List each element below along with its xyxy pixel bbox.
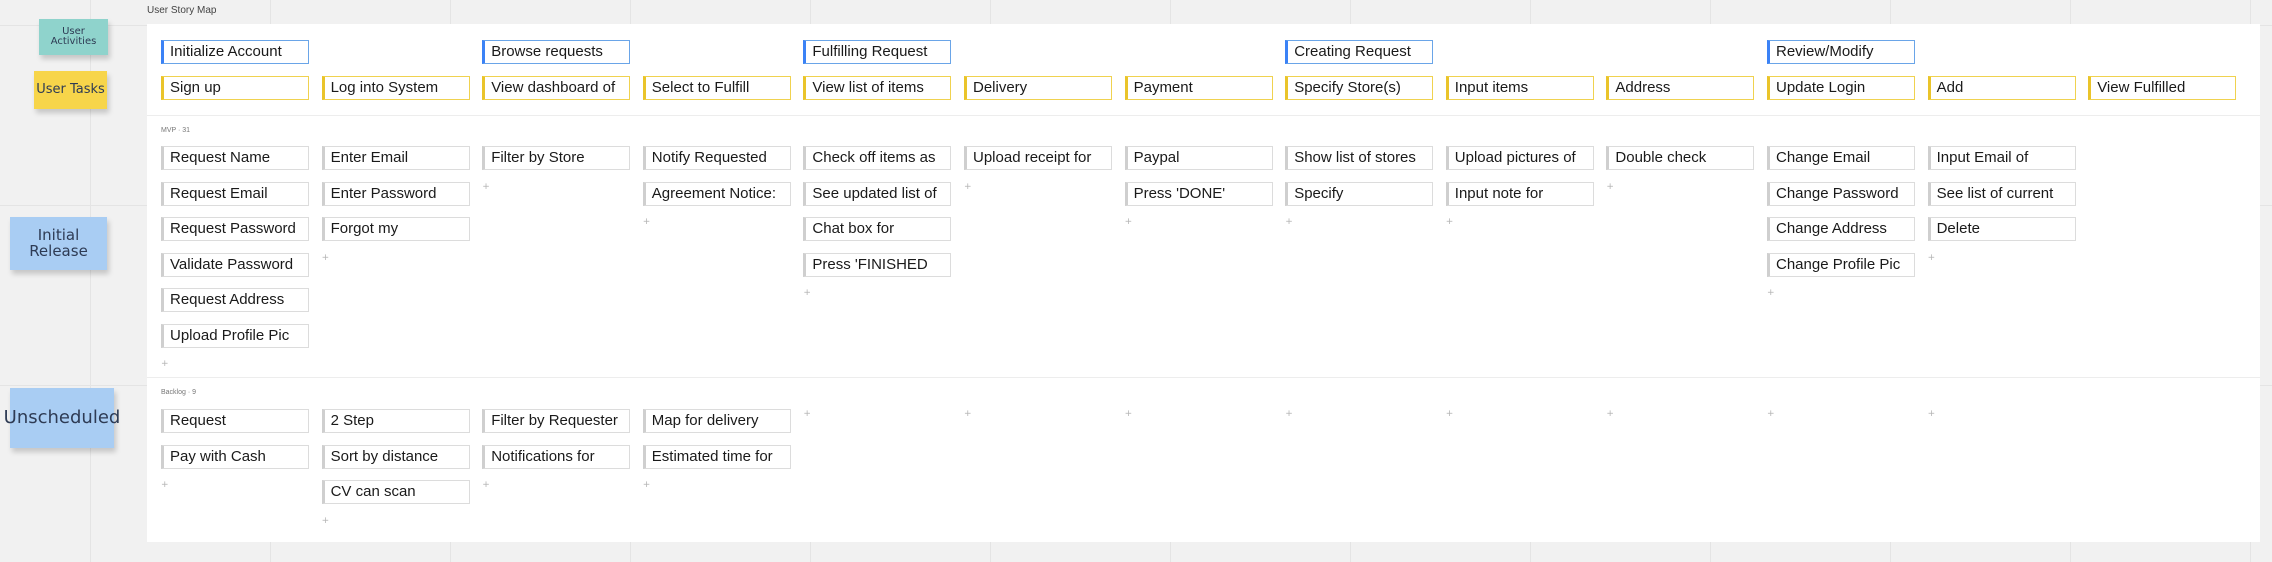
add-mvp-story-button[interactable]: + [482, 182, 490, 192]
backlog-story-card[interactable]: 2 Step [321, 409, 470, 433]
story-map-board: MVP · 31 Backlog · 9 Initialize Account S… [147, 24, 2260, 542]
add-mvp-story-button[interactable]: + [1606, 182, 1614, 192]
mvp-story-card[interactable]: Upload receipt for [964, 146, 1112, 170]
add-backlog-story-button[interactable]: + [1446, 409, 1454, 419]
backlog-story-card[interactable]: Filter by Requester [482, 409, 631, 433]
mvp-story-card[interactable]: Change Password [1767, 181, 1915, 206]
mvp-story-card[interactable]: Filter by Store [482, 146, 631, 170]
mvp-story-card[interactable]: Notify Requested [642, 146, 791, 170]
task-card[interactable]: Payment [1124, 76, 1273, 100]
task-card[interactable]: Input items [1445, 76, 1594, 100]
add-backlog-story-button[interactable]: + [482, 480, 490, 490]
task-card[interactable]: Log into System [321, 76, 470, 100]
backlog-divider [147, 377, 2260, 378]
mvp-story-card[interactable]: Upload Profile Pic [161, 323, 309, 348]
add-mvp-story-button[interactable]: + [1928, 253, 1936, 263]
add-mvp-story-button[interactable]: + [1125, 217, 1133, 227]
task-card[interactable]: Add [1927, 76, 2076, 100]
add-backlog-story-button[interactable]: + [1928, 409, 1936, 419]
mvp-story-card[interactable]: Change Email [1767, 146, 1915, 170]
activity-card[interactable]: Initialize Account [161, 40, 309, 64]
add-mvp-story-button[interactable]: + [964, 182, 972, 192]
sticky-initial-release[interactable]: Initial Release [10, 217, 107, 270]
mvp-story-card[interactable]: See updated list of [803, 181, 952, 206]
sticky-user-tasks[interactable]: User Tasks [34, 71, 107, 109]
mvp-story-card[interactable]: Delete [1927, 217, 2076, 241]
backlog-story-card[interactable]: Sort by distance [321, 444, 470, 469]
add-mvp-story-button[interactable]: + [322, 253, 330, 263]
task-card[interactable]: Address [1606, 76, 1755, 100]
add-mvp-story-button[interactable]: + [1285, 217, 1293, 227]
mvp-story-card[interactable]: Validate Password [161, 252, 309, 277]
task-card[interactable]: Sign up [161, 76, 309, 100]
activity-card[interactable]: Review/Modify [1767, 40, 1915, 64]
mvp-story-card[interactable]: Enter Password [321, 181, 470, 206]
mvp-story-card[interactable]: Double check [1606, 146, 1755, 170]
add-backlog-story-button[interactable]: + [1606, 409, 1614, 419]
task-card[interactable]: View Fulfilled [2088, 76, 2237, 100]
add-backlog-story-button[interactable]: + [1285, 409, 1293, 419]
mvp-section-label: MVP · 31 [161, 127, 191, 134]
add-mvp-story-button[interactable]: + [643, 217, 651, 227]
mvp-story-card[interactable]: Agreement Notice: [642, 181, 791, 206]
mvp-story-card[interactable]: Input note for [1445, 181, 1594, 206]
mvp-story-card[interactable]: Request Address [161, 288, 309, 312]
activity-card[interactable]: Creating Request [1285, 40, 1434, 64]
task-card[interactable]: Specify Store(s) [1285, 76, 1434, 100]
mvp-story-card[interactable]: Request Name [161, 146, 309, 170]
mvp-story-card[interactable]: Press 'FINISHED [803, 252, 952, 277]
mvp-story-card[interactable]: Specify [1285, 181, 1434, 206]
mvp-story-card[interactable]: Paypal [1124, 146, 1273, 170]
mvp-story-card[interactable]: Check off items as [803, 146, 952, 170]
mvp-story-card[interactable]: See list of current [1927, 181, 2076, 206]
mvp-divider [147, 115, 2260, 116]
add-backlog-story-button[interactable]: + [964, 409, 972, 419]
task-card[interactable]: Update Login [1767, 76, 1915, 100]
mvp-story-card[interactable]: Chat box for [803, 217, 952, 241]
mvp-story-card[interactable]: Request Password [161, 217, 309, 241]
add-mvp-story-button[interactable]: + [161, 359, 169, 369]
mvp-story-card[interactable]: Change Address [1767, 217, 1915, 241]
mvp-story-card[interactable]: Show list of stores [1285, 146, 1434, 170]
add-backlog-story-button[interactable]: + [1125, 409, 1133, 419]
task-card[interactable]: Select to Fulfill [642, 76, 791, 100]
add-backlog-story-button[interactable]: + [161, 480, 169, 490]
add-backlog-story-button[interactable]: + [1767, 409, 1775, 419]
mvp-story-card[interactable]: Change Profile Pic [1767, 252, 1915, 277]
backlog-story-card[interactable]: CV can scan [321, 480, 470, 504]
backlog-story-card[interactable]: Pay with Cash [161, 444, 309, 469]
add-backlog-story-button[interactable]: + [322, 516, 330, 526]
backlog-story-card[interactable]: Map for delivery [642, 409, 791, 433]
backlog-section-label: Backlog · 9 [161, 389, 197, 396]
backlog-story-card[interactable]: Request [161, 409, 309, 433]
mvp-story-card[interactable]: Enter Email [321, 146, 470, 170]
sticky-user-activities[interactable]: User Activities [39, 19, 108, 55]
board-title: User Story Map [147, 5, 217, 16]
mvp-story-card[interactable]: Upload pictures of [1445, 146, 1594, 170]
mvp-story-card[interactable]: Request Email [161, 181, 309, 206]
activity-card[interactable]: Fulfilling Request [803, 40, 952, 64]
mvp-story-card[interactable]: Forgot my [321, 217, 470, 241]
add-mvp-story-button[interactable]: + [1446, 217, 1454, 227]
mvp-story-card[interactable]: Input Email of [1927, 146, 2076, 170]
add-mvp-story-button[interactable]: + [1767, 288, 1775, 298]
task-card[interactable]: View list of items [803, 76, 952, 100]
add-backlog-story-button[interactable]: + [803, 409, 811, 419]
backlog-story-card[interactable]: Notifications for [482, 444, 631, 469]
activity-card[interactable]: Browse requests [482, 40, 631, 64]
sticky-unscheduled[interactable]: Unscheduled [4, 388, 120, 448]
mvp-story-card[interactable]: Press 'DONE' [1124, 181, 1273, 206]
add-mvp-story-button[interactable]: + [803, 288, 811, 298]
add-backlog-story-button[interactable]: + [643, 480, 651, 490]
backlog-story-card[interactable]: Estimated time for [642, 444, 791, 469]
task-card[interactable]: Delivery [964, 76, 1112, 100]
task-card[interactable]: View dashboard of [482, 76, 631, 100]
